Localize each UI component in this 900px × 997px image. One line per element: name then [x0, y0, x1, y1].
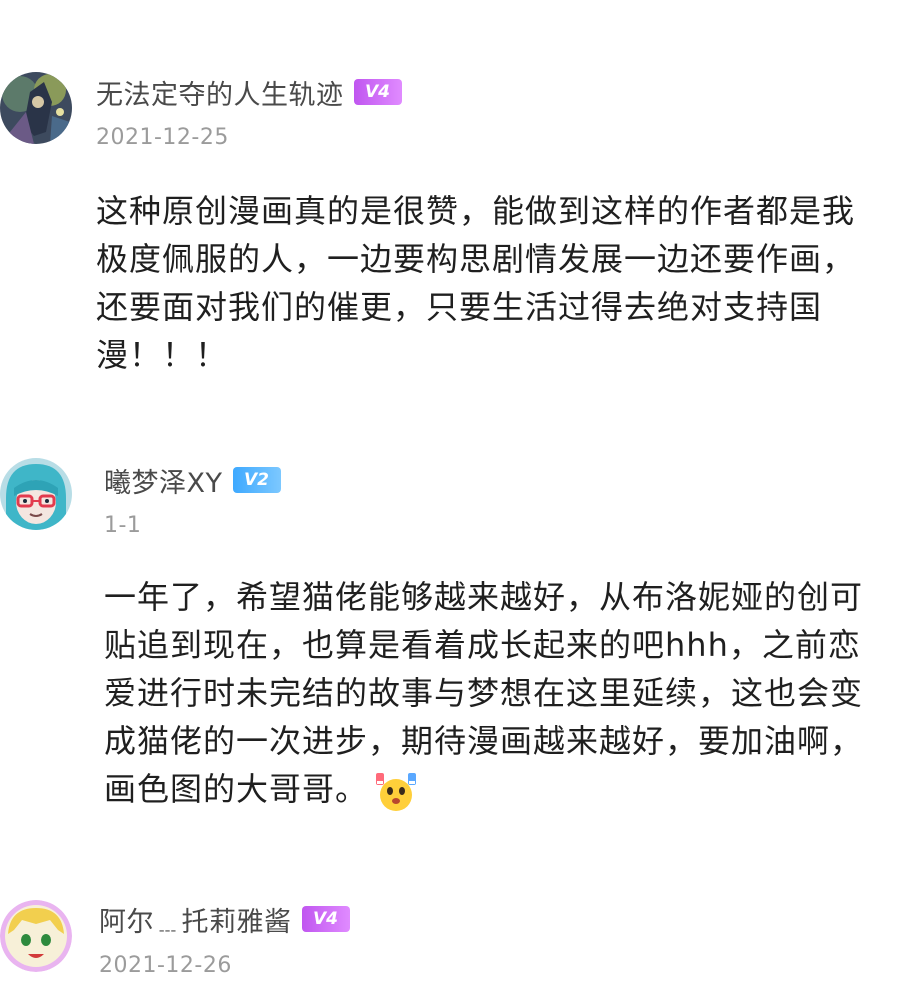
- username[interactable]: 无法定夺的人生轨迹: [96, 73, 344, 112]
- avatar-image: [0, 72, 72, 144]
- user-row: 阿尔﹍托莉雅酱 V4: [99, 899, 350, 939]
- comment-text: 一年了，希望猫佬能够越来越好，从布洛妮娅的创可 贴追到现在，也算是看着成长起来的…: [104, 573, 863, 813]
- comment-text: 这种原创漫画真的是很赞，能做到这样的作者都是我 极度佩服的人，一边要构思剧情发展…: [96, 192, 856, 374]
- user-row: 曦梦泽XY V2: [104, 460, 281, 500]
- cheer-emoji-icon: [376, 773, 417, 811]
- avatar-image: [0, 458, 72, 530]
- comment-date: 1-1: [104, 513, 142, 538]
- level-badge: V2: [232, 467, 281, 493]
- comment-date: 2021-12-26: [99, 953, 232, 978]
- comment-date: 2021-12-25: [96, 125, 229, 150]
- username[interactable]: 阿尔﹍托莉雅酱: [99, 900, 292, 939]
- username[interactable]: 曦梦泽XY: [104, 461, 223, 500]
- comment-text-content: 一年了，希望猫佬能够越来越好，从布洛妮娅的创可 贴追到现在，也算是看着成长起来的…: [104, 578, 864, 808]
- avatar-image: [0, 900, 72, 972]
- user-row: 无法定夺的人生轨迹 V4: [96, 72, 402, 112]
- avatar[interactable]: [0, 458, 72, 530]
- avatar[interactable]: [0, 900, 72, 972]
- level-badge: V4: [353, 79, 402, 105]
- level-badge: V4: [301, 906, 350, 932]
- avatar[interactable]: [0, 72, 72, 144]
